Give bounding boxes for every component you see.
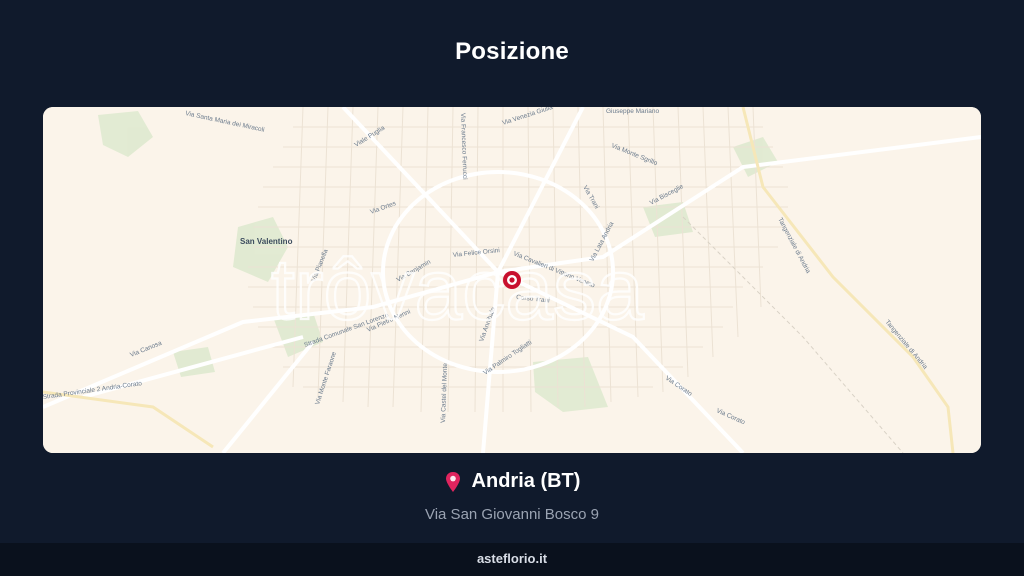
location-marker[interactable] — [503, 271, 521, 289]
page-title: Posizione — [455, 38, 569, 65]
map-pin-icon — [445, 471, 460, 492]
location-info: Andria (BT) Via San Giovanni Bosco 9 — [0, 470, 1024, 523]
footer-bar: asteflorio.it — [0, 543, 1024, 576]
location-city: Andria (BT) — [471, 470, 581, 492]
location-title: Andria (BT) — [444, 470, 581, 493]
location-map[interactable]: San Valentino Via Santa Maria dei Miraco… — [43, 107, 981, 453]
location-address: Via San Giovanni Bosco 9 — [424, 505, 599, 523]
street-label: Giuseppe Mariano — [606, 108, 659, 115]
footer-site-link[interactable]: asteflorio.it — [477, 551, 547, 566]
map-canvas: San Valentino Via Santa Maria dei Miraco… — [43, 107, 981, 453]
watermark-logo: trôvacasa — [271, 242, 644, 338]
